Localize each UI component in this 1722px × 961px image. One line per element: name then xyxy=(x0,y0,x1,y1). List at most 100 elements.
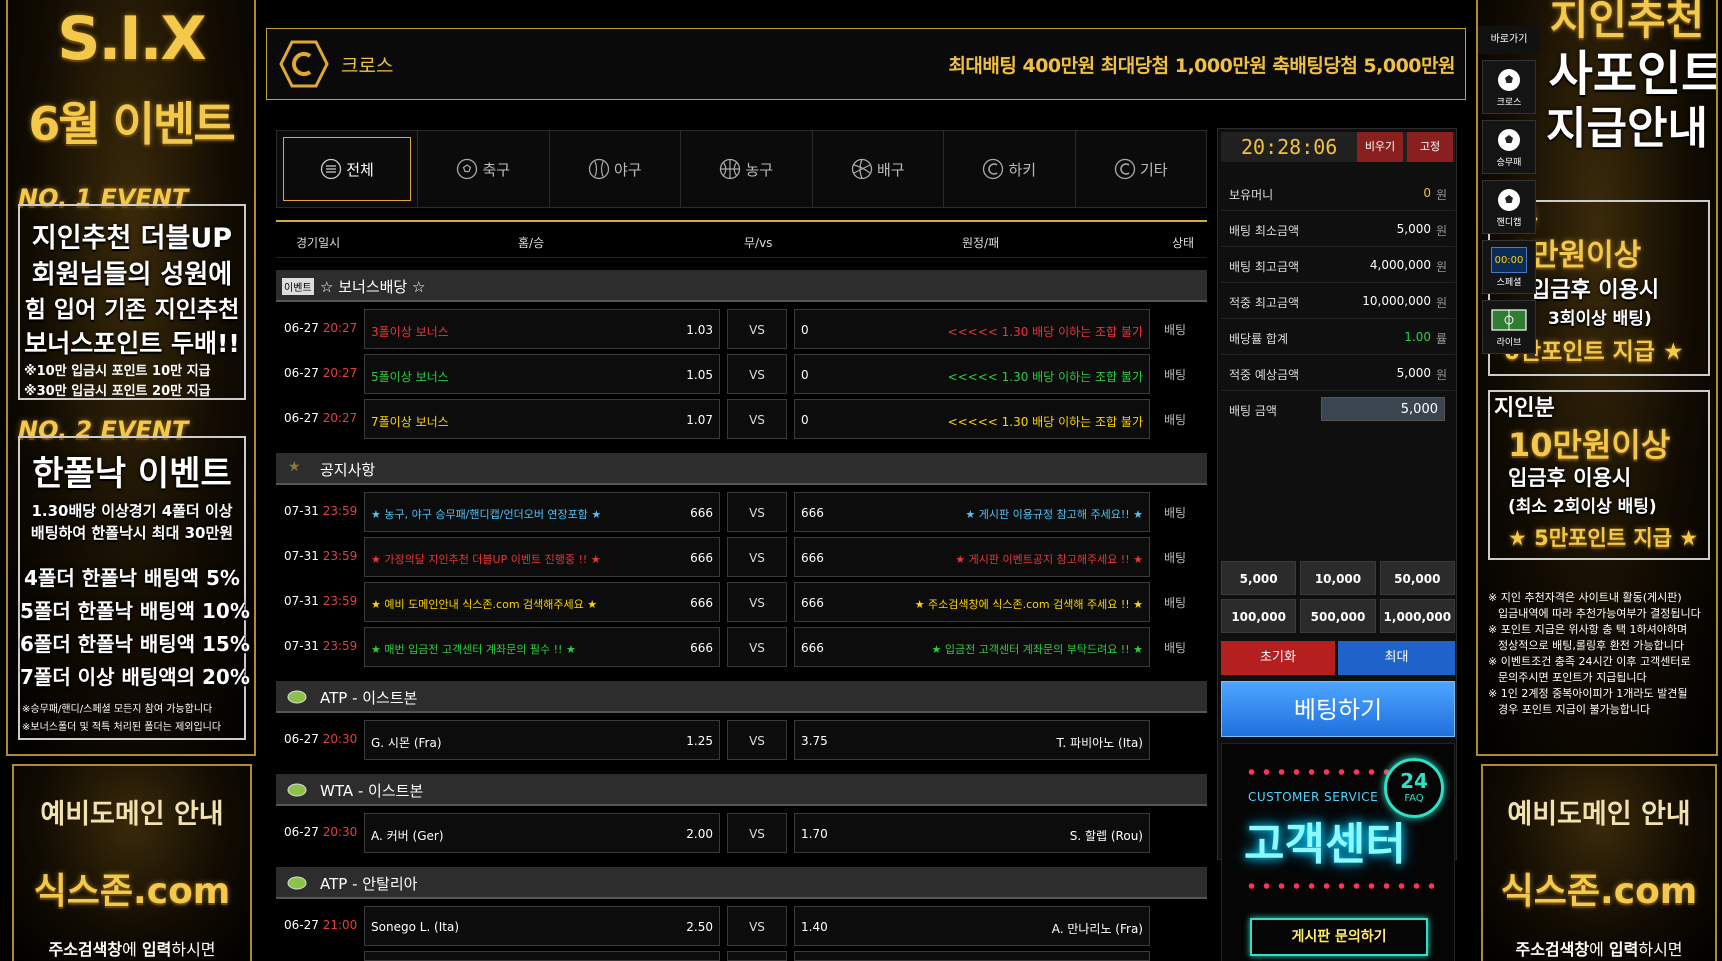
event2-desc: 1.30배당 이상경기 4폴더 이상 xyxy=(31,502,233,520)
banner-logo: S.I.X xyxy=(57,4,206,74)
home-odds-button[interactable]: ★ 예비 도메인안내 식스존.com 검색해주세요 ★ 666 xyxy=(364,582,720,622)
bet-amount-input[interactable] xyxy=(1321,397,1445,421)
home-odds-button[interactable] xyxy=(364,951,720,961)
vs-cell: VS xyxy=(727,399,787,439)
amount-button[interactable]: 100,000 xyxy=(1221,599,1297,633)
max-button[interactable]: 최대 xyxy=(1338,641,1455,675)
cs-subtitle: CUSTOMER SERVICE xyxy=(1248,790,1379,804)
left-event-banner[interactable]: S.I.X 6월 이벤트 NO. 1 EVENT 지인추천 더블UP 회원님들의… xyxy=(6,0,256,756)
slip-info-row: 배팅 최소금액 5,000 원 xyxy=(1221,211,1455,247)
reset-button[interactable]: 초기화 xyxy=(1221,641,1335,675)
bet-amount-row: 배팅 금액 xyxy=(1221,391,1455,427)
away-odds-button[interactable]: 0 <<<<< 1.30 배당 이하는 조합 불가 xyxy=(794,309,1150,349)
amount-button[interactable]: 1,000,000 xyxy=(1379,599,1455,633)
event1-line: 회원님들의 성원에 xyxy=(31,260,233,290)
home-odds-button[interactable]: Sonego L. (Ita) 2.50 xyxy=(364,906,720,946)
list-icon xyxy=(321,158,342,180)
quick-menu: 바로가기 크로스 승무패 핸디캡 00:00 스페셜 라이브 xyxy=(1478,26,1540,366)
away-odds-button[interactable]: 666 ★ 입금전 고객센터 계좌문의 부탁드려요 !! ★ xyxy=(794,627,1150,667)
away-odds-button[interactable]: 666 ★ 게시판 이용규정 참고해 주세요!! ★ xyxy=(794,492,1150,532)
right-block-text: ★ 5만포인트 지급 ★ xyxy=(1508,526,1699,550)
vs-cell: VS xyxy=(727,492,787,532)
home-odds-button[interactable]: G. 시몬 (Fra) 1.25 xyxy=(364,720,720,760)
banner-headline: 6월 이벤트 xyxy=(28,97,235,151)
home-odds-button[interactable]: 5폴이상 보너스 1.05 xyxy=(364,354,720,394)
tab-volleyball[interactable]: 배구 xyxy=(811,131,944,207)
away-odds-button[interactable]: 666 ★ 주소검색창에 식스존.com 검색해 주세요 !! ★ xyxy=(794,582,1150,622)
tab-basketball[interactable]: 농구 xyxy=(680,131,812,207)
scoreboard-icon: 00:00 xyxy=(1491,247,1527,273)
status-label: 배팅 xyxy=(1164,506,1187,520)
amount-button[interactable]: 5,000 xyxy=(1221,561,1297,595)
slip-info-row: 적중 최고금액 10,000,000 원 xyxy=(1221,283,1455,319)
amount-button[interactable]: 50,000 xyxy=(1379,561,1455,595)
amount-button[interactable]: 10,000 xyxy=(1300,561,1376,595)
quick-handicap[interactable]: 핸디캡 xyxy=(1482,180,1536,234)
away-odds-button[interactable]: 3.75 T. 파비아노 (Ita) xyxy=(794,720,1150,760)
baseball-icon xyxy=(588,158,610,180)
soccer-icon xyxy=(457,158,478,180)
home-odds-button[interactable]: 3폴이상 보너스 1.03 xyxy=(364,309,720,349)
match-date: 06-27 21:00 xyxy=(284,918,358,932)
away-odds-button[interactable] xyxy=(794,951,1150,961)
tab-baseball[interactable]: 야구 xyxy=(548,131,681,207)
domain-banner-domain: 식스존.com xyxy=(1500,871,1698,912)
board-inquiry-button[interactable]: 게시판 문의하기 xyxy=(1250,918,1428,956)
neon-dots xyxy=(1244,882,1434,890)
home-odds-button[interactable]: ★ 가정의달 지인추천 더블UP 이벤트 진행중 !! ★ 666 xyxy=(364,537,720,577)
match-row: 06-27 21:00 Sonego L. (Ita) 2.50 VS 1.40 A… xyxy=(276,905,1207,947)
match-row: 07-31 23:59 ★ 매번 입금전 고객센터 계좌문의 필수 !! ★ 66… xyxy=(276,626,1207,668)
quick-cross[interactable]: 크로스 xyxy=(1482,60,1536,114)
status-label: 배팅 xyxy=(1164,551,1187,565)
away-odds-button[interactable]: 666 ★ 게시판 이벤트공지 참고해주세요 !! ★ xyxy=(794,537,1150,577)
away-odds-button[interactable]: 0 <<<<< 1.30 배당 이하는 조합 불가 xyxy=(794,399,1150,439)
col-away: 원정/패 xyxy=(962,236,1000,250)
right-block-text: 입금후 이용시 xyxy=(1530,278,1660,303)
quick-menu-title: 바로가기 xyxy=(1478,26,1540,54)
quick-win-draw-lose[interactable]: 승무패 xyxy=(1482,120,1536,174)
away-odds-button[interactable]: 0 <<<<< 1.30 배당 이하는 조합 불가 xyxy=(794,354,1150,394)
home-odds-button[interactable]: ★ 농구, 야구 승무패/핸디캡/언더오버 연장포함 ★ 666 xyxy=(364,492,720,532)
right-block-text: (최소 2회이상 배팅) xyxy=(1508,497,1657,517)
event1-line: 보너스포인트 두배!! xyxy=(24,329,240,358)
clear-slip-button[interactable]: 비우기 xyxy=(1357,132,1403,162)
home-odds-button[interactable]: ★ 매번 입금전 고객센터 계좌문의 필수 !! ★ 666 xyxy=(364,627,720,667)
place-bet-button[interactable]: 베팅하기 xyxy=(1221,681,1455,737)
customer-service-banner[interactable]: CUSTOMER SERVICE 고객센터 24 FAQ 게시판 문의하기 xyxy=(1221,743,1455,961)
col-draw: 무/vs xyxy=(744,236,773,250)
section-header-league: ATP - 안탈리아 xyxy=(276,867,1207,899)
fix-slip-button[interactable]: 고정 xyxy=(1407,132,1453,162)
basketball-icon xyxy=(720,158,741,180)
amount-button[interactable]: 500,000 xyxy=(1300,599,1376,633)
status-label: 배팅 xyxy=(1164,413,1187,427)
quick-special[interactable]: 00:00 스페셜 xyxy=(1482,240,1536,294)
quick-live[interactable]: 라이브 xyxy=(1482,300,1536,354)
domain-banner-footer: 주소검색창에 입력하시면 xyxy=(1515,940,1683,959)
section-title: ATP - 안탈리아 xyxy=(320,875,418,893)
section-header-league: WTA - 이스트본 xyxy=(276,774,1207,806)
left-domain-banner[interactable]: 예비도메인 안내 식스존.com 주소검색창에 입력하시면 xyxy=(12,764,252,961)
section-header-bonus: 이벤트 ☆ 보너스배당 ☆ xyxy=(276,270,1207,302)
away-odds-button[interactable]: 1.40 A. 만나리노 (Fra) xyxy=(794,906,1150,946)
right-domain-banner[interactable]: 예비도메인 안내 식스존.com 주소검색창에 입력하시면 xyxy=(1481,764,1717,961)
tab-label: 축구 xyxy=(482,160,511,179)
away-odds-button[interactable]: 1.70 S. 할렙 (Rou) xyxy=(794,813,1150,853)
betting-limits-text: 최대배팅 400만원 최대당첨 1,000만원 축배팅당첨 5,000만원 xyxy=(948,55,1455,77)
tab-soccer[interactable]: 축구 xyxy=(417,131,549,207)
right-block-text: 지인분 xyxy=(1494,396,1555,421)
col-status: 상태 xyxy=(1172,236,1195,250)
match-date: 07-31 23:59 xyxy=(284,504,358,518)
home-odds-button[interactable]: A. 커버 (Ger) 2.00 xyxy=(364,813,720,853)
event2-rate: 6폴더 한폴낙 배팅액 15% xyxy=(20,632,250,656)
bet-amount-label: 배팅 금액 xyxy=(1229,404,1277,418)
tab-label: 전체 xyxy=(346,160,374,179)
section-title: ATP - 이스트본 xyxy=(320,689,418,707)
tab-label: 농구 xyxy=(745,160,774,179)
tab-all[interactable]: 전체 xyxy=(283,137,411,201)
tab-hockey[interactable]: 하키 xyxy=(943,131,1075,207)
vs-cell: VS xyxy=(727,309,787,349)
header-title: 크로스 xyxy=(341,55,394,77)
tab-label: 하키 xyxy=(1008,160,1037,179)
tab-other[interactable]: 기타 xyxy=(1074,131,1207,207)
home-odds-button[interactable]: 7폴이상 보너스 1.07 xyxy=(364,399,720,439)
